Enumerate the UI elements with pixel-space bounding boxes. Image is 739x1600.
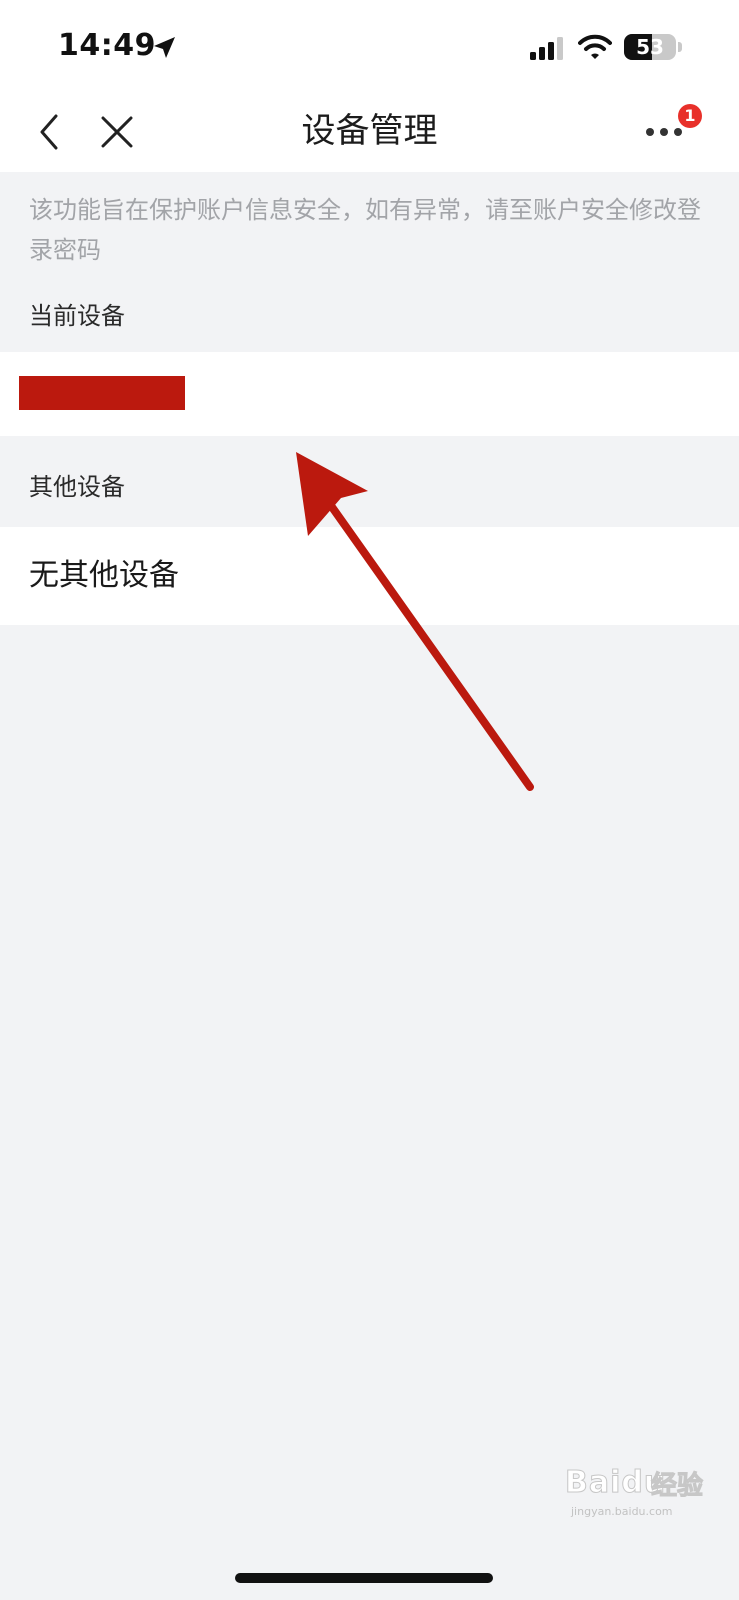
watermark-url: jingyan.baidu.com bbox=[571, 1505, 673, 1518]
page-title: 设备管理 bbox=[301, 111, 438, 151]
current-device-card[interactable] bbox=[0, 352, 739, 436]
nav-bar: 设备管理 1 bbox=[0, 92, 739, 172]
wifi-icon bbox=[578, 34, 612, 59]
other-devices-card: 无其他设备 bbox=[0, 527, 739, 625]
battery-cap bbox=[678, 42, 682, 52]
status-bar: 14:49 53 bbox=[0, 0, 739, 92]
no-other-devices-text: 无其他设备 bbox=[29, 558, 179, 593]
location-arrow-icon bbox=[154, 37, 175, 58]
home-indicator[interactable] bbox=[235, 1573, 493, 1583]
status-time: 14:49 bbox=[58, 28, 156, 63]
more-button[interactable]: 1 bbox=[644, 104, 702, 154]
watermark-suffix: 经验 bbox=[650, 1471, 704, 1502]
section-label-current-device: 当前设备 bbox=[29, 302, 125, 330]
battery-level-text: 53 bbox=[636, 35, 664, 59]
redacted-device-name bbox=[19, 376, 185, 410]
section-label-other-devices: 其他设备 bbox=[29, 473, 125, 501]
security-notice: 该功能旨在保护账户信息安全，如有异常，请至账户安全修改登录密码 bbox=[29, 196, 701, 264]
baidu-watermark: Baidu 经验 jingyan.baidu.com bbox=[564, 1455, 715, 1527]
more-dots-icon bbox=[646, 128, 682, 136]
cellular-signal-icon bbox=[530, 37, 563, 60]
battery-icon: 53 bbox=[624, 34, 676, 60]
notification-badge: 1 bbox=[678, 104, 702, 128]
